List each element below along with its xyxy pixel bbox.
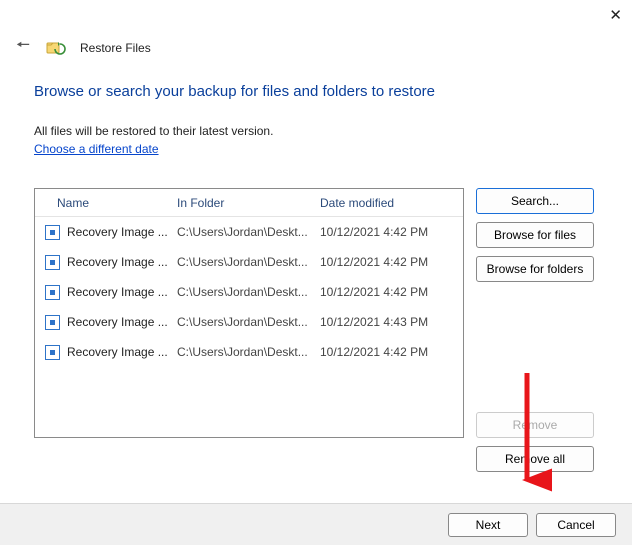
back-arrow-icon[interactable]: 🠔 bbox=[14, 34, 32, 61]
file-date: 10/12/2021 4:42 PM bbox=[320, 255, 463, 269]
file-folder: C:\Users\Jordan\Deskt... bbox=[177, 255, 320, 269]
image-file-icon bbox=[45, 285, 60, 300]
col-date[interactable]: Date modified bbox=[320, 196, 463, 210]
file-list[interactable]: Name In Folder Date modified Recovery Im… bbox=[34, 188, 464, 438]
cancel-button[interactable]: Cancel bbox=[536, 513, 616, 537]
search-button[interactable]: Search... bbox=[476, 188, 594, 214]
file-folder: C:\Users\Jordan\Deskt... bbox=[177, 285, 320, 299]
col-name[interactable]: Name bbox=[45, 196, 177, 210]
choose-different-date-link[interactable]: Choose a different date bbox=[34, 142, 159, 156]
restore-files-icon bbox=[46, 40, 66, 56]
list-header[interactable]: Name In Folder Date modified bbox=[35, 189, 463, 217]
page-heading: Browse or search your backup for files a… bbox=[34, 83, 598, 100]
file-name: Recovery Image ... bbox=[67, 285, 168, 299]
dialog-footer: Next Cancel bbox=[0, 503, 632, 545]
remove-all-button[interactable]: Remove all bbox=[476, 446, 594, 472]
table-row[interactable]: Recovery Image ... C:\Users\Jordan\Deskt.… bbox=[35, 277, 463, 307]
table-row[interactable]: Recovery Image ... C:\Users\Jordan\Deskt.… bbox=[35, 307, 463, 337]
file-folder: C:\Users\Jordan\Deskt... bbox=[177, 315, 320, 329]
image-file-icon bbox=[45, 345, 60, 360]
col-folder[interactable]: In Folder bbox=[177, 196, 320, 210]
window-title: Restore Files bbox=[80, 41, 151, 55]
file-date: 10/12/2021 4:43 PM bbox=[320, 315, 463, 329]
remove-button: Remove bbox=[476, 412, 594, 438]
table-row[interactable]: Recovery Image ... C:\Users\Jordan\Deskt.… bbox=[35, 217, 463, 247]
file-date: 10/12/2021 4:42 PM bbox=[320, 225, 463, 239]
table-row[interactable]: Recovery Image ... C:\Users\Jordan\Deskt.… bbox=[35, 247, 463, 277]
image-file-icon bbox=[45, 315, 60, 330]
window-header: 🠔 Restore Files bbox=[0, 0, 632, 61]
file-name: Recovery Image ... bbox=[67, 255, 168, 269]
file-folder: C:\Users\Jordan\Deskt... bbox=[177, 345, 320, 359]
file-name: Recovery Image ... bbox=[67, 225, 168, 239]
browse-folders-button[interactable]: Browse for folders bbox=[476, 256, 594, 282]
next-button[interactable]: Next bbox=[448, 513, 528, 537]
image-file-icon bbox=[45, 255, 60, 270]
browse-files-button[interactable]: Browse for files bbox=[476, 222, 594, 248]
version-subtext: All files will be restored to their late… bbox=[34, 124, 598, 138]
file-date: 10/12/2021 4:42 PM bbox=[320, 345, 463, 359]
close-icon[interactable]: ✕ bbox=[609, 7, 622, 24]
file-folder: C:\Users\Jordan\Deskt... bbox=[177, 225, 320, 239]
table-row[interactable]: Recovery Image ... C:\Users\Jordan\Deskt.… bbox=[35, 337, 463, 367]
file-date: 10/12/2021 4:42 PM bbox=[320, 285, 463, 299]
file-name: Recovery Image ... bbox=[67, 315, 168, 329]
file-name: Recovery Image ... bbox=[67, 345, 168, 359]
image-file-icon bbox=[45, 225, 60, 240]
